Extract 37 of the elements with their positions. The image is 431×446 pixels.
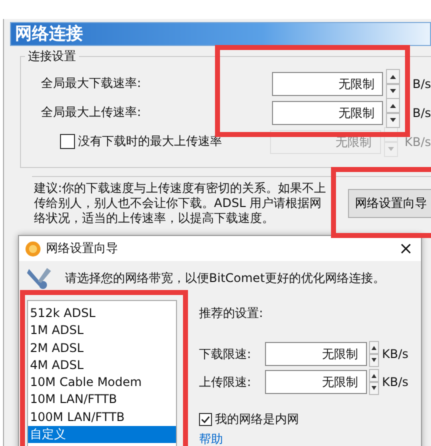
spinner-icon[interactable]: [386, 98, 400, 128]
app-icon: [25, 240, 41, 256]
unit-label: KB/s: [404, 134, 431, 148]
field-label: 全局最大上传速率:: [41, 104, 142, 121]
limit-field[interactable]: 无限制: [265, 370, 367, 394]
advice-text: 建议:你的下载速度与上传速度有密切的关系。如果不上传给别人，别人也不会让你下载。ADSL 用户请根据网络状况，适当的上传速率，以提高下载速度。: [34, 181, 328, 226]
spinner-icon[interactable]: [369, 369, 379, 395]
intro-text: 请选择您的网络带宽，以便BitComet更好的优化网络连接。: [65, 270, 385, 286]
unit-label: B/s: [412, 106, 431, 120]
help-link[interactable]: 帮助: [199, 431, 223, 446]
list-item[interactable]: 2M ADSL: [28, 340, 176, 357]
section-title: 网络连接: [10, 22, 431, 46]
rate-field[interactable]: 无限制: [272, 100, 384, 124]
spinner-icon[interactable]: [369, 341, 379, 367]
close-button[interactable]: ×: [398, 238, 413, 258]
list-item[interactable]: 100M LAN/FTTB: [28, 408, 176, 426]
checkbox[interactable]: [199, 413, 212, 426]
group-title: 连接设置: [25, 48, 79, 65]
checkbox-label: 我的网络是内网: [215, 411, 299, 428]
dialog-title: 网络设置向导: [46, 240, 118, 257]
wizard-button[interactable]: 网络设置向导: [348, 189, 431, 218]
list-item[interactable]: 1M ADSL: [28, 322, 176, 340]
rate-field[interactable]: 无限制: [272, 72, 384, 96]
list-item[interactable]: 4M ADSL: [28, 356, 176, 374]
limit-field[interactable]: 无限制: [265, 342, 367, 366]
list-item[interactable]: 512k ADSL: [28, 305, 176, 322]
field-label: 上传限速:: [199, 374, 252, 390]
list-item[interactable]: 10M LAN/FTTB: [28, 391, 176, 409]
unit-label: KB/s: [382, 375, 408, 389]
unit-label: B/s: [412, 76, 431, 90]
unit-label: KB/s: [382, 347, 408, 361]
list-item[interactable]: 10M Cable Modem: [28, 374, 176, 392]
list-item[interactable]: 自定义: [28, 426, 176, 444]
field-label: 下载限速:: [199, 346, 252, 362]
spinner-icon[interactable]: [386, 68, 400, 98]
field-label: 全局最大下载速率:: [41, 75, 142, 92]
recommended-title: 推荐的设置:: [199, 305, 264, 322]
